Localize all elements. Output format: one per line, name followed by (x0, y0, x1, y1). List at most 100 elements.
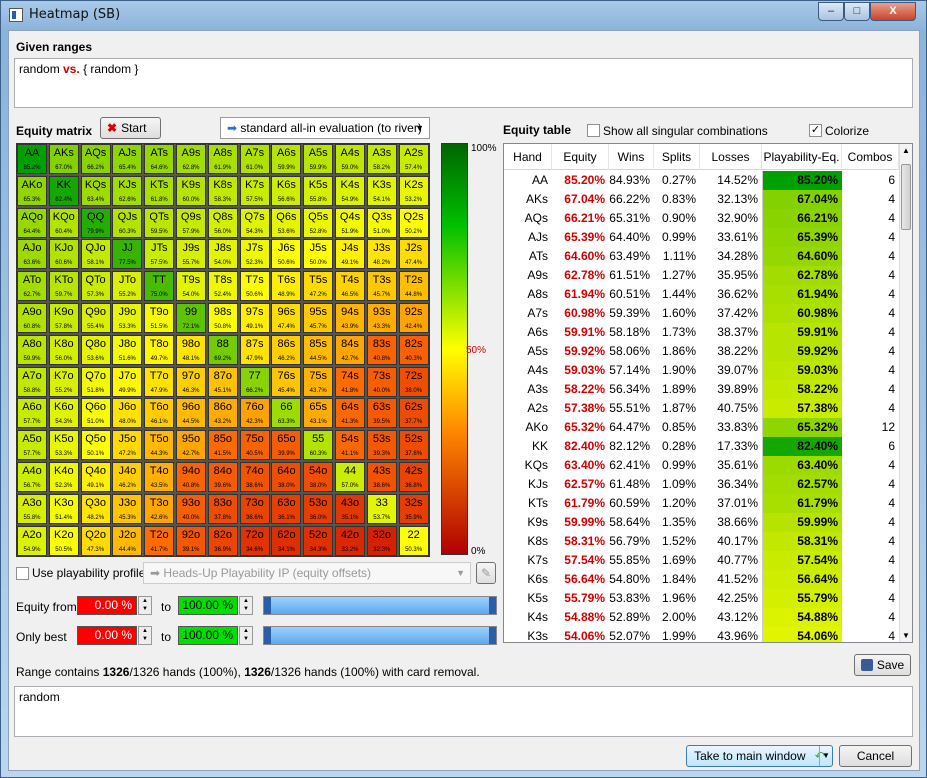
matrix-cell[interactable]: K4o 52.3% (48, 462, 79, 492)
only-best-max-input[interactable]: 100.00 % (178, 626, 238, 645)
matrix-cell[interactable]: K5o 53.3% (48, 430, 79, 461)
matrix-cell[interactable]: Q4s 51.9% (335, 207, 365, 238)
matrix-cell[interactable]: AKs 67.0% (48, 144, 79, 174)
chevron-down-icon[interactable]: ▼ (819, 746, 832, 766)
matrix-cell[interactable]: 83s 40.8% (366, 334, 397, 365)
matrix-cell[interactable]: QTo 57.3% (80, 271, 111, 302)
matrix-cell[interactable]: T7o 47.9% (144, 366, 175, 397)
matrix-cell[interactable]: Q2o 47.3% (80, 525, 111, 556)
matrix-cell[interactable]: J3s 48.2% (366, 239, 397, 270)
matrix-cell[interactable]: Q3s 51.0% (366, 207, 397, 238)
matrix-cell[interactable]: J9o 53.3% (112, 303, 143, 333)
matrix-cell[interactable]: 54o 38.0% (303, 462, 334, 492)
matrix-cell[interactable]: AA 85.2% (17, 144, 47, 174)
matrix-cell[interactable]: AKo 65.3% (17, 175, 47, 206)
matrix-cell[interactable]: J4s 49.1% (335, 239, 365, 270)
matrix-cell[interactable]: J6o 48.0% (112, 398, 143, 429)
matrix-cell[interactable]: K8o 56.0% (48, 334, 79, 365)
matrix-cell[interactable]: K6o 54.3% (48, 398, 79, 429)
matrix-cell[interactable]: A7s 61.0% (239, 144, 270, 174)
matrix-cell[interactable]: T2o 41.7% (144, 525, 175, 556)
column-header[interactable]: Equity (552, 144, 609, 170)
matrix-cell[interactable]: J5o 47.2% (112, 430, 143, 461)
matrix-cell[interactable]: KJo 60.6% (48, 239, 79, 270)
colorize-checkbox[interactable]: ✓ (809, 124, 822, 137)
matrix-cell[interactable]: 42o 33.2% (335, 525, 365, 556)
matrix-cell[interactable]: 76s 45.4% (271, 366, 302, 397)
matrix-cell[interactable]: Q6o 51.0% (80, 398, 111, 429)
table-row[interactable]: AA 85.20% 84.93% 0.27% 14.52% 85.20% 6 (504, 171, 900, 190)
matrix-cell[interactable]: K5s 55.8% (303, 175, 334, 206)
column-header[interactable]: Combos (842, 144, 899, 170)
matrix-cell[interactable]: J5s 50.0% (303, 239, 334, 270)
scrollbar-thumb[interactable] (901, 164, 911, 230)
matrix-cell[interactable]: Q9o 55.4% (80, 303, 111, 333)
edit-profile-button[interactable]: ✎ (476, 562, 496, 584)
matrix-cell[interactable]: 62o 34.1% (271, 525, 302, 556)
matrix-cell[interactable]: 43s 38.6% (366, 462, 397, 492)
matrix-cell[interactable]: T3o 42.6% (144, 493, 175, 524)
matrix-cell[interactable]: J4o 46.2% (112, 462, 143, 492)
matrix-cell[interactable]: 96s 47.4% (271, 303, 302, 333)
matrix-cell[interactable]: A8o 59.9% (17, 334, 47, 365)
matrix-cell[interactable]: 54s 41.1% (335, 430, 365, 461)
matrix-cell[interactable]: J8s 54.0% (207, 239, 238, 270)
matrix-cell[interactable]: K9o 57.8% (48, 303, 79, 333)
matrix-cell[interactable]: KQo 60.4% (48, 207, 79, 238)
close-button[interactable]: X (870, 2, 916, 21)
matrix-cell[interactable]: A4o 56.7% (17, 462, 47, 492)
matrix-cell[interactable]: 85o 41.5% (207, 430, 238, 461)
matrix-cell[interactable]: 52s 37.8% (398, 430, 429, 461)
table-row[interactable]: A8s 61.94% 60.51% 1.44% 36.62% 61.94% 4 (504, 285, 900, 304)
matrix-cell[interactable]: 97o 46.3% (176, 366, 206, 397)
table-row[interactable]: AKs 67.04% 66.22% 0.83% 32.13% 67.04% 4 (504, 190, 900, 209)
matrix-cell[interactable]: Q9s 57.9% (176, 207, 206, 238)
matrix-cell[interactable]: ATs 64.6% (144, 144, 175, 174)
table-row[interactable]: K4s 54.88% 52.89% 2.00% 43.12% 54.88% 4 (504, 608, 900, 627)
table-row[interactable]: AJs 65.39% 64.40% 0.99% 33.61% 65.39% 4 (504, 228, 900, 247)
only-best-max-spinner[interactable]: ▲ ▼ (239, 626, 253, 645)
only-best-min-spinner[interactable]: ▲ ▼ (138, 626, 152, 645)
matrix-cell[interactable]: J2o 44.4% (112, 525, 143, 556)
matrix-cell[interactable]: J8o 51.6% (112, 334, 143, 365)
matrix-cell[interactable]: 22 50.3% (398, 525, 429, 556)
matrix-cell[interactable]: QQ 79.9% (80, 207, 111, 238)
table-scrollbar[interactable]: ▲ ▼ (899, 144, 912, 642)
playability-profile-select[interactable]: ➡ Heads-Up Playability IP (equity offset… (143, 562, 471, 584)
matrix-cell[interactable]: 94o 40.8% (176, 462, 206, 492)
column-header[interactable]: Hand (504, 144, 552, 170)
matrix-cell[interactable]: 92o 39.1% (176, 525, 206, 556)
matrix-cell[interactable]: KJs 62.6% (112, 175, 143, 206)
matrix-cell[interactable]: 75o 40.5% (239, 430, 270, 461)
matrix-cell[interactable]: KK 82.4% (48, 175, 79, 206)
table-row[interactable]: A4s 59.03% 57.14% 1.90% 39.07% 59.03% 4 (504, 361, 900, 380)
matrix-cell[interactable]: 64o 38.0% (271, 462, 302, 492)
matrix-cell[interactable]: 73s 40.0% (366, 366, 397, 397)
matrix-cell[interactable]: A4s 59.0% (335, 144, 365, 174)
matrix-cell[interactable]: K8s 58.3% (207, 175, 238, 206)
matrix-cell[interactable]: Q3o 48.2% (80, 493, 111, 524)
show-all-combos-checkbox[interactable] (587, 124, 600, 137)
matrix-cell[interactable]: 33 53.7% (366, 493, 397, 524)
scroll-up-icon[interactable]: ▲ (902, 146, 910, 155)
use-playability-checkbox[interactable] (16, 567, 29, 580)
matrix-cell[interactable]: Q2s 50.2% (398, 207, 429, 238)
table-row[interactable]: K8s 58.31% 56.79% 1.52% 40.17% 58.31% 4 (504, 532, 900, 551)
matrix-cell[interactable]: JJ 77.5% (112, 239, 143, 270)
matrix-cell[interactable]: 86s 46.2% (271, 334, 302, 365)
matrix-cell[interactable]: A6s 59.9% (271, 144, 302, 174)
matrix-cell[interactable]: TT 75.0% (144, 271, 175, 302)
equity-from-range-slider[interactable] (263, 596, 497, 615)
table-row[interactable]: K7s 57.54% 55.85% 1.69% 40.77% 57.54% 4 (504, 551, 900, 570)
scroll-down-icon[interactable]: ▼ (902, 631, 910, 640)
matrix-cell[interactable]: 63o 36.1% (271, 493, 302, 524)
matrix-cell[interactable]: K7o 55.2% (48, 366, 79, 397)
matrix-cell[interactable]: 92s 42.4% (398, 303, 429, 333)
matrix-cell[interactable]: K4s 54.9% (335, 175, 365, 206)
matrix-cell[interactable]: T6o 46.1% (144, 398, 175, 429)
matrix-cell[interactable]: A9s 62.8% (176, 144, 206, 174)
matrix-cell[interactable]: 85s 44.5% (303, 334, 334, 365)
take-to-main-window-button[interactable]: Take to main window ↶ ▼ (686, 745, 833, 767)
matrix-cell[interactable]: A7o 58.8% (17, 366, 47, 397)
matrix-cell[interactable]: A5o 57.7% (17, 430, 47, 461)
